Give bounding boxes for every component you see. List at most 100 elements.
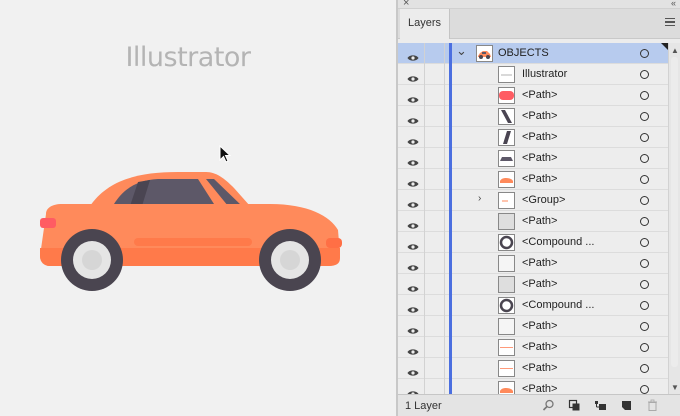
tab-layers[interactable]: Layers (400, 9, 450, 39)
eye-icon[interactable] (407, 322, 419, 334)
eye-icon[interactable] (407, 259, 419, 271)
lock-toggle[interactable] (444, 358, 445, 379)
trash-icon[interactable] (646, 399, 659, 412)
sublayer-row[interactable]: Illustrator (398, 64, 668, 85)
target-circle-icon[interactable] (640, 259, 649, 268)
lock-toggle[interactable] (444, 190, 445, 211)
sublayer-row[interactable]: › <Group> (398, 190, 668, 211)
layer-name[interactable]: <Path> (522, 152, 557, 164)
target-circle-icon[interactable] (640, 364, 649, 373)
lock-toggle[interactable] (444, 64, 445, 85)
eye-icon[interactable] (407, 217, 419, 229)
lock-toggle[interactable] (444, 43, 445, 64)
chevron-down-icon[interactable]: ⌄ (456, 43, 467, 59)
sublayer-row[interactable]: <Path> (398, 106, 668, 127)
chevron-right-icon[interactable]: › (478, 193, 481, 204)
layer-name[interactable]: <Path> (522, 383, 557, 394)
sublayer-row[interactable]: <Path> (398, 211, 668, 232)
target-circle-icon[interactable] (640, 385, 649, 394)
sublayer-row[interactable]: <Path> (398, 253, 668, 274)
eye-icon[interactable] (407, 280, 419, 292)
layer-name[interactable]: <Path> (522, 173, 557, 185)
eye-icon[interactable] (407, 70, 419, 82)
lock-toggle[interactable] (444, 274, 445, 295)
eye-icon[interactable] (407, 49, 419, 61)
lock-toggle[interactable] (444, 148, 445, 169)
eye-icon[interactable] (407, 301, 419, 313)
target-circle-icon[interactable] (640, 70, 649, 79)
layer-name[interactable]: <Path> (522, 362, 557, 374)
sublayer-row[interactable]: <Path> (398, 274, 668, 295)
layer-name[interactable]: <Path> (522, 215, 557, 227)
scroll-thumb[interactable] (671, 57, 678, 367)
layer-name[interactable]: <Path> (522, 320, 557, 332)
eye-icon[interactable] (407, 343, 419, 355)
close-icon[interactable]: × (403, 0, 409, 9)
eye-icon[interactable] (407, 112, 419, 124)
eye-icon[interactable] (407, 91, 419, 103)
car-illustration[interactable] (38, 166, 344, 296)
lock-toggle[interactable] (444, 169, 445, 190)
target-circle-icon[interactable] (640, 133, 649, 142)
scroll-up-icon[interactable]: ▲ (671, 46, 679, 55)
target-circle-icon[interactable] (640, 322, 649, 331)
sublayer-row[interactable]: <Path> (398, 148, 668, 169)
layer-name[interactable]: <Path> (522, 257, 557, 269)
layer-name[interactable]: OBJECTS (498, 47, 549, 59)
target-circle-icon[interactable] (640, 49, 649, 58)
target-circle-icon[interactable] (640, 196, 649, 205)
lock-toggle[interactable] (444, 295, 445, 316)
eye-icon[interactable] (407, 385, 419, 394)
lock-toggle[interactable] (444, 85, 445, 106)
lock-toggle[interactable] (444, 232, 445, 253)
sublayer-row[interactable]: <Path> (398, 127, 668, 148)
layer-name[interactable]: <Path> (522, 341, 557, 353)
layer-name[interactable]: <Compound ... (522, 236, 594, 248)
lock-toggle[interactable] (444, 379, 445, 394)
target-circle-icon[interactable] (640, 112, 649, 121)
layer-name[interactable]: <Path> (522, 131, 557, 143)
eye-icon[interactable] (407, 175, 419, 187)
layer-name[interactable]: <Path> (522, 110, 557, 122)
new-layer-icon[interactable] (620, 399, 633, 412)
sublayer-row[interactable]: <Path> (398, 85, 668, 106)
search-icon[interactable] (542, 399, 555, 412)
layer-name[interactable]: <Path> (522, 278, 557, 290)
clipping-mask-icon[interactable] (568, 399, 581, 412)
sublayer-row[interactable]: <Compound ... (398, 295, 668, 316)
scroll-down-icon[interactable]: ▼ (671, 383, 679, 392)
eye-icon[interactable] (407, 238, 419, 250)
canvas-title-text[interactable]: Illustrator (0, 42, 376, 73)
target-circle-icon[interactable] (640, 238, 649, 247)
eye-icon[interactable] (407, 196, 419, 208)
lock-toggle[interactable] (444, 106, 445, 127)
sublayer-row[interactable]: <Path> (398, 379, 668, 394)
collapse-icon[interactable]: « (671, 0, 676, 9)
layer-name[interactable]: <Path> (522, 89, 557, 101)
sublayer-row[interactable]: <Path> (398, 358, 668, 379)
panel-titlebar[interactable]: × « (398, 0, 680, 9)
lock-toggle[interactable] (444, 211, 445, 232)
layer-name[interactable]: Illustrator (522, 68, 567, 80)
artboard[interactable]: Illustrator (0, 0, 396, 416)
eye-icon[interactable] (407, 364, 419, 376)
lock-toggle[interactable] (444, 337, 445, 358)
target-circle-icon[interactable] (640, 301, 649, 310)
lock-toggle[interactable] (444, 316, 445, 337)
sublayer-row[interactable]: <Path> (398, 316, 668, 337)
sublayer-row[interactable]: <Path> (398, 337, 668, 358)
target-circle-icon[interactable] (640, 343, 649, 352)
layer-name[interactable]: <Compound ... (522, 299, 594, 311)
sublayer-row[interactable]: <Path> (398, 169, 668, 190)
sublayer-row[interactable]: <Compound ... (398, 232, 668, 253)
layer-row[interactable]: ⌄ OBJECTS (398, 43, 668, 64)
layers-scrollbar[interactable]: ▲ ▼ (668, 43, 680, 394)
target-circle-icon[interactable] (640, 91, 649, 100)
lock-toggle[interactable] (444, 127, 445, 148)
target-circle-icon[interactable] (640, 280, 649, 289)
panel-menu-icon[interactable] (665, 18, 675, 26)
target-circle-icon[interactable] (640, 154, 649, 163)
target-circle-icon[interactable] (640, 175, 649, 184)
layer-name[interactable]: <Group> (522, 194, 565, 206)
eye-icon[interactable] (407, 133, 419, 145)
